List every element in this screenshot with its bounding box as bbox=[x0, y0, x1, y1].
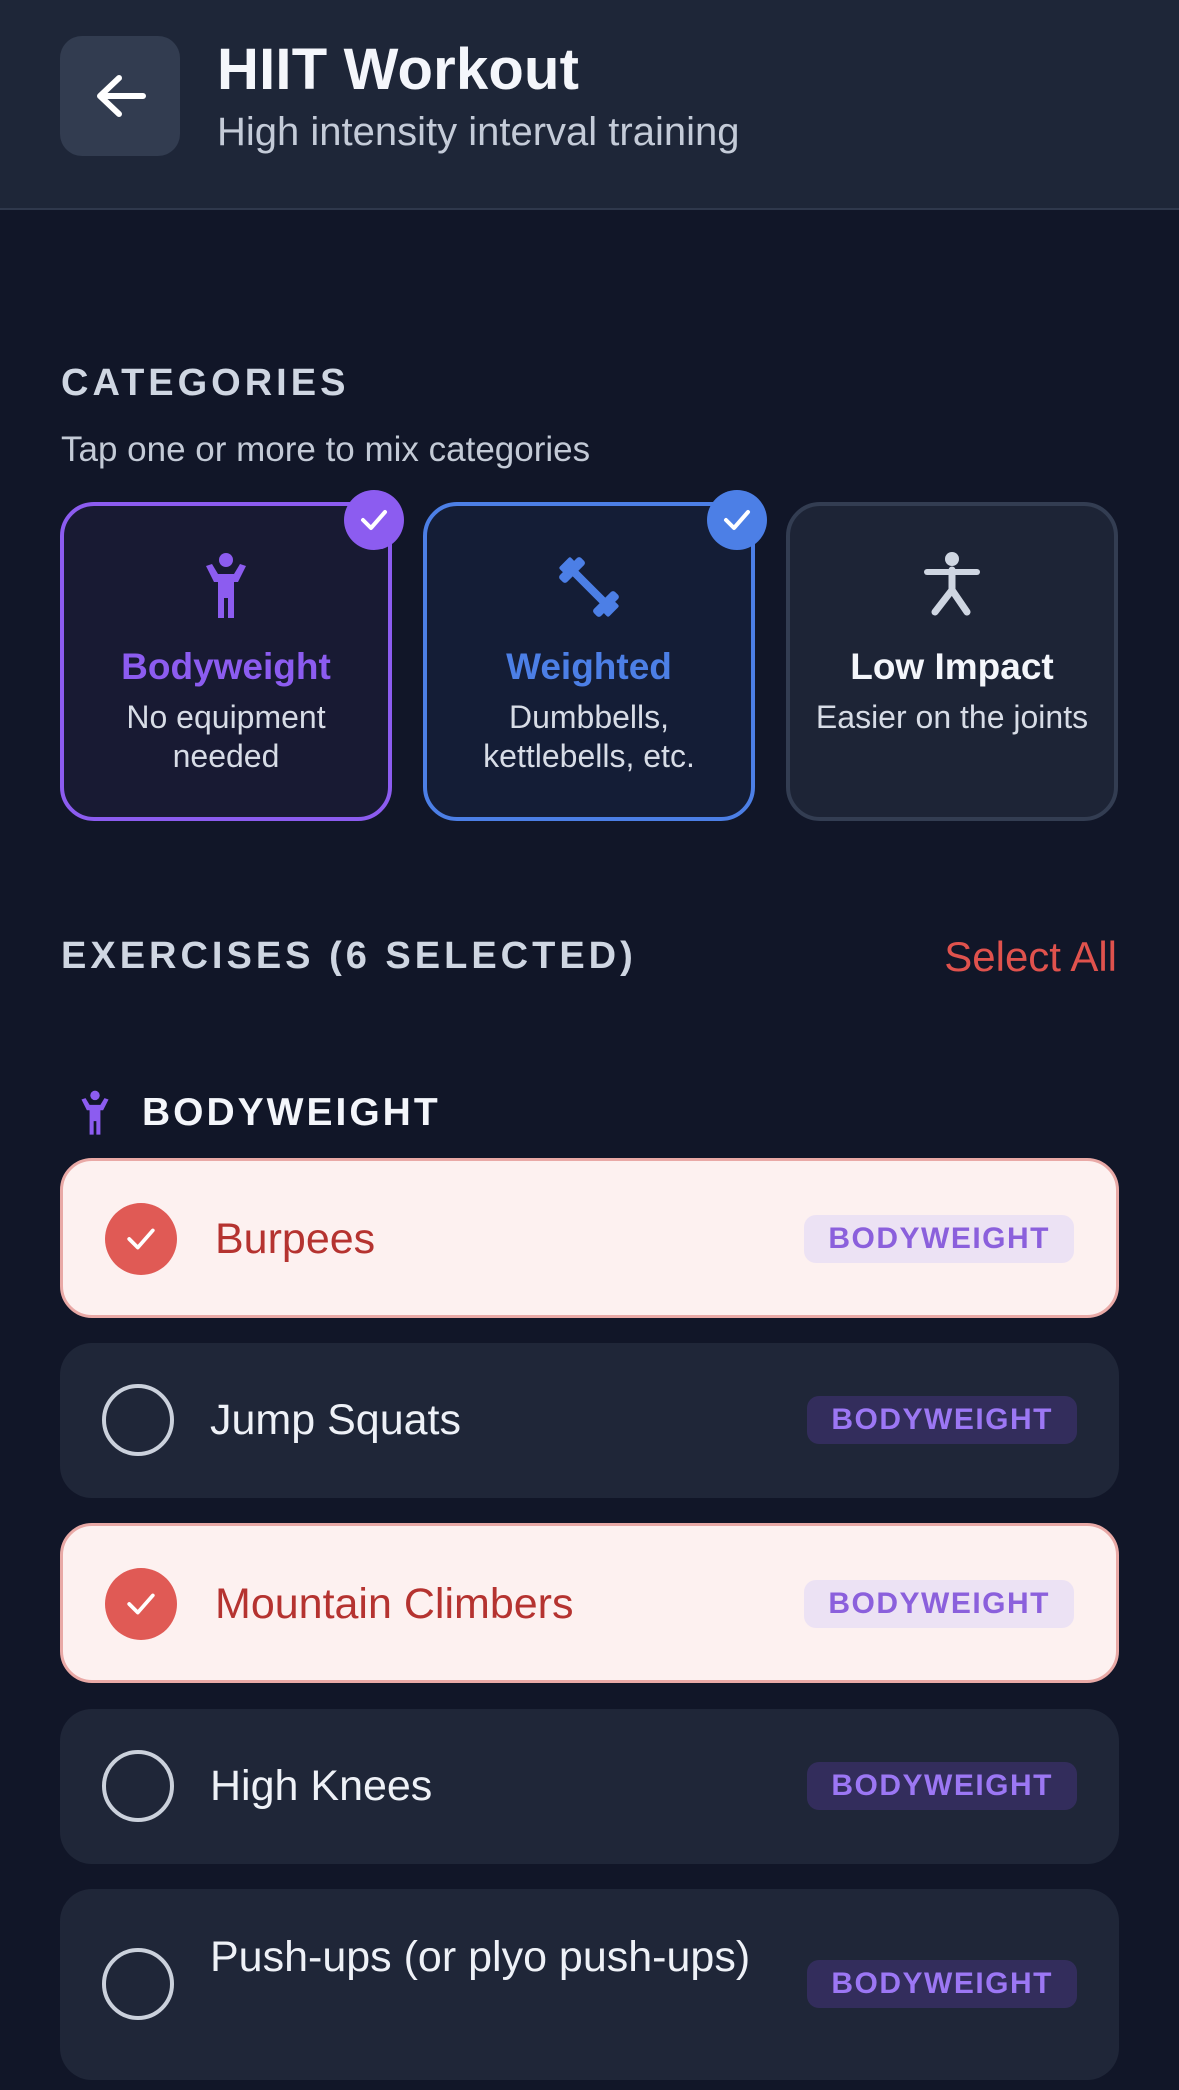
category-card-weighted[interactable]: Weighted Dumbbells, kettlebells, etc. bbox=[423, 490, 767, 821]
select-all-button[interactable]: Select All bbox=[944, 933, 1117, 981]
person-standing-icon bbox=[206, 553, 246, 618]
category-description: Easier on the joints bbox=[815, 699, 1089, 735]
exercise-name: Push-ups (or plyo push-ups) bbox=[210, 1933, 751, 1981]
category-name: Weighted bbox=[506, 646, 672, 687]
app-header: HIIT Workout High intensity interval tra… bbox=[0, 0, 1179, 210]
check-icon bbox=[127, 1593, 155, 1615]
exercise-checkbox[interactable] bbox=[105, 1203, 177, 1275]
exercise-row-push-ups[interactable]: Push-ups (or plyo push-ups) BODYWEIGHT bbox=[60, 1889, 1119, 2080]
category-tag: BODYWEIGHT bbox=[807, 1396, 1077, 1444]
arrow-left-icon bbox=[97, 75, 146, 117]
check-icon bbox=[361, 510, 387, 530]
exercise-name: Mountain Climbers bbox=[215, 1580, 574, 1628]
category-name: Bodyweight bbox=[121, 646, 331, 687]
exercise-row-high-knees[interactable]: High Knees BODYWEIGHT bbox=[60, 1709, 1119, 1864]
check-icon bbox=[127, 1228, 155, 1250]
category-tag: BODYWEIGHT bbox=[804, 1215, 1074, 1263]
category-tag: BODYWEIGHT bbox=[807, 1960, 1077, 2008]
categories-hint: Tap one or more to mix categories bbox=[61, 430, 591, 469]
exercise-checkbox[interactable] bbox=[102, 1384, 174, 1456]
exercise-row-mountain-climbers[interactable]: Mountain Climbers BODYWEIGHT bbox=[60, 1523, 1119, 1683]
exercise-checkbox[interactable] bbox=[102, 1750, 174, 1822]
check-icon bbox=[724, 510, 750, 530]
group-label: BODYWEIGHT bbox=[142, 1091, 441, 1134]
category-tag: BODYWEIGHT bbox=[804, 1580, 1074, 1628]
selected-check-badge bbox=[707, 490, 767, 550]
back-button[interactable] bbox=[60, 36, 180, 156]
exercises-heading: EXERCISES (6 SELECTED) bbox=[61, 935, 637, 977]
category-card-bodyweight[interactable]: Bodyweight No equipment needed bbox=[60, 490, 404, 821]
group-heading-bodyweight: BODYWEIGHT bbox=[78, 1090, 441, 1136]
exercise-name: Burpees bbox=[215, 1215, 376, 1263]
exercise-row-burpees[interactable]: Burpees BODYWEIGHT bbox=[60, 1158, 1119, 1318]
categories-heading: CATEGORIES bbox=[61, 362, 350, 404]
person-standing-icon bbox=[81, 1090, 109, 1135]
category-tag: BODYWEIGHT bbox=[807, 1762, 1077, 1810]
category-description: No equipment needed bbox=[126, 699, 326, 774]
selected-check-badge bbox=[344, 490, 404, 550]
exercise-checkbox[interactable] bbox=[102, 1948, 174, 2020]
exercise-checkbox[interactable] bbox=[105, 1568, 177, 1640]
category-name: Low Impact bbox=[850, 646, 1054, 687]
person-stretch-icon bbox=[924, 552, 980, 616]
exercise-row-jump-squats[interactable]: Jump Squats BODYWEIGHT bbox=[60, 1343, 1119, 1498]
exercise-name: Jump Squats bbox=[210, 1396, 461, 1444]
dumbbell-icon bbox=[559, 557, 619, 617]
category-description: Dumbbells, kettlebells, etc. bbox=[483, 699, 695, 774]
exercise-name: High Knees bbox=[210, 1762, 433, 1810]
category-card-low-impact[interactable]: Low Impact Easier on the joints bbox=[786, 502, 1118, 821]
page-subtitle: High intensity interval training bbox=[217, 110, 740, 154]
page-title: HIIT Workout bbox=[217, 37, 580, 102]
